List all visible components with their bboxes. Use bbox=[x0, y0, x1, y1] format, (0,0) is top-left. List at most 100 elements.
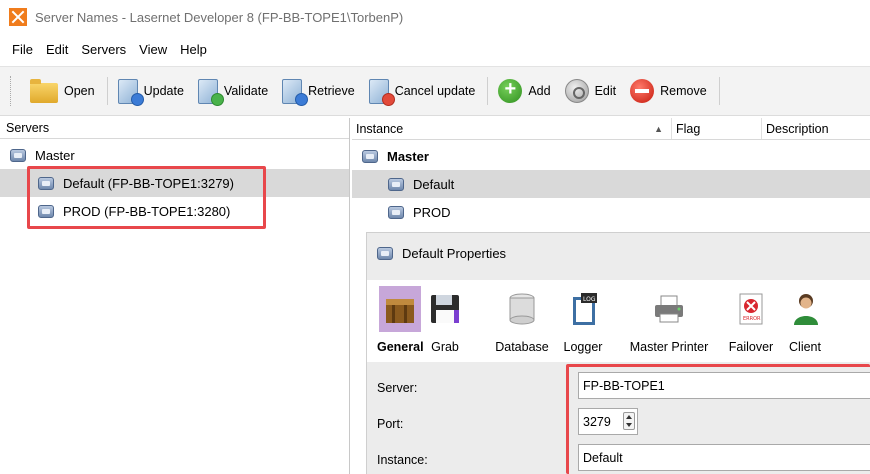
retrieve-button[interactable]: Retrieve bbox=[276, 73, 363, 109]
menu-help[interactable]: Help bbox=[180, 42, 207, 57]
servers-header-label: Servers bbox=[6, 121, 50, 135]
svg-text:ERROR: ERROR bbox=[743, 316, 761, 322]
instance-field-label: Instance: bbox=[377, 453, 428, 467]
server-icon bbox=[377, 246, 393, 260]
update-button-label: Update bbox=[143, 84, 184, 98]
remove-button-label: Remove bbox=[660, 84, 707, 98]
cancel-update-button-label: Cancel update bbox=[394, 84, 476, 98]
list-item-label: Master bbox=[387, 148, 429, 164]
remove-icon bbox=[630, 79, 655, 103]
tab-client[interactable]: Client bbox=[785, 286, 825, 354]
tree-item-label: Default (FP-BB-TOPE1:3279) bbox=[63, 175, 234, 191]
open-button-label: Open bbox=[64, 84, 95, 98]
gear-icon bbox=[564, 79, 589, 103]
list-item-label: PROD bbox=[413, 204, 451, 220]
user-icon bbox=[785, 286, 827, 332]
server-field[interactable]: FP-BB-TOPE1 bbox=[578, 372, 870, 399]
edit-button[interactable]: Edit bbox=[559, 73, 625, 109]
tab-failover[interactable]: ERROR Failover bbox=[727, 286, 775, 354]
column-header-flag[interactable]: Flag bbox=[672, 118, 762, 139]
floppy-disk-icon bbox=[424, 286, 466, 332]
open-button[interactable]: Open bbox=[24, 73, 103, 109]
instance-list-header: Instance ▲ Flag Description bbox=[352, 118, 870, 140]
add-button-label: Add bbox=[528, 84, 551, 98]
tab-label: Client bbox=[789, 340, 821, 354]
server-icon bbox=[38, 204, 54, 218]
menu-file[interactable]: File bbox=[12, 42, 33, 57]
cancel-update-button[interactable]: Cancel update bbox=[363, 73, 484, 109]
tab-label: Logger bbox=[563, 340, 603, 354]
port-field-label: Port: bbox=[377, 417, 404, 431]
list-item-prod[interactable]: PROD bbox=[352, 198, 870, 226]
log-icon: LOG bbox=[562, 286, 604, 332]
servers-tree-pane: Servers Master Default (FP-BB-TOPE1:3279… bbox=[0, 118, 350, 474]
column-header-label: Flag bbox=[676, 121, 701, 136]
tree-item-label: PROD (FP-BB-TOPE1:3280) bbox=[63, 203, 231, 219]
edit-button-label: Edit bbox=[594, 84, 617, 98]
toolbar-separator bbox=[718, 77, 720, 105]
column-header-label: Instance bbox=[356, 121, 404, 136]
column-header-description[interactable]: Description bbox=[762, 118, 870, 139]
servers-column-header[interactable]: Servers bbox=[0, 118, 349, 139]
update-button[interactable]: Update bbox=[112, 73, 192, 109]
spin-arrows-icon[interactable] bbox=[623, 412, 635, 430]
column-header-label: Description bbox=[766, 121, 829, 136]
instance-field[interactable]: Default bbox=[578, 444, 870, 471]
retrieve-icon bbox=[282, 78, 309, 106]
properties-title: Default Properties bbox=[402, 245, 507, 261]
menu-servers-label: Servers bbox=[81, 41, 127, 57]
add-icon bbox=[498, 78, 523, 103]
window-title: Server Names - Lasernet Developer 8 (FP-… bbox=[35, 9, 404, 25]
properties-tabs: General Grab Database LOG Logger Master … bbox=[367, 280, 870, 362]
tab-label: Grab bbox=[431, 340, 459, 354]
list-item-label: Default bbox=[413, 176, 455, 192]
tab-database[interactable]: Database bbox=[489, 286, 555, 354]
toolbar-separator bbox=[487, 77, 489, 105]
menu-help-label: Help bbox=[180, 41, 207, 57]
toolbar-separator bbox=[106, 77, 108, 105]
tab-label: Failover bbox=[728, 340, 774, 354]
server-field-value: FP-BB-TOPE1 bbox=[583, 378, 665, 393]
tab-logger[interactable]: LOG Logger bbox=[560, 286, 606, 354]
menu-view-label: View bbox=[139, 41, 168, 57]
server-icon bbox=[388, 177, 404, 191]
menu-bar: File Edit Servers View Help bbox=[0, 38, 220, 60]
cancel-update-icon bbox=[368, 78, 395, 106]
properties-panel: Default Properties General Grab Database… bbox=[366, 232, 870, 474]
tab-general[interactable]: General bbox=[377, 286, 424, 354]
toolbar: Open Update Validate Retrieve Cancel upd… bbox=[0, 66, 870, 116]
validate-icon bbox=[197, 78, 224, 106]
menu-servers[interactable]: Servers bbox=[81, 42, 126, 57]
column-header-instance[interactable]: Instance ▲ bbox=[352, 118, 672, 139]
menu-view[interactable]: View bbox=[139, 42, 167, 57]
port-stepper[interactable]: 3279 bbox=[578, 408, 638, 435]
properties-title-bar: Default Properties bbox=[377, 241, 506, 265]
tree-item-master[interactable]: Master bbox=[0, 141, 349, 169]
add-button[interactable]: Add bbox=[492, 73, 558, 109]
tab-grab[interactable]: Grab bbox=[419, 286, 471, 354]
tree-item-prod[interactable]: PROD (FP-BB-TOPE1:3280) bbox=[0, 197, 349, 225]
tree-item-default[interactable]: Default (FP-BB-TOPE1:3279) bbox=[0, 169, 349, 197]
retrieve-button-label: Retrieve bbox=[308, 84, 355, 98]
menu-edit[interactable]: Edit bbox=[46, 42, 68, 57]
menu-edit-label: Edit bbox=[45, 41, 69, 57]
instance-field-value: Default bbox=[583, 450, 623, 465]
validate-button-label: Validate bbox=[223, 84, 269, 98]
update-icon bbox=[117, 78, 144, 106]
lasernet-app-icon bbox=[9, 8, 27, 26]
menu-file-label: File bbox=[12, 41, 33, 57]
list-item-default[interactable]: Default bbox=[352, 170, 870, 198]
server-icon bbox=[388, 205, 404, 219]
toolbar-grip[interactable] bbox=[10, 76, 14, 106]
svg-text:LOG: LOG bbox=[583, 296, 596, 303]
sort-ascending-icon: ▲ bbox=[654, 123, 663, 134]
validate-button[interactable]: Validate bbox=[192, 73, 276, 109]
server-icon bbox=[362, 149, 378, 163]
database-icon bbox=[501, 286, 543, 332]
tab-master-printer[interactable]: Master Printer bbox=[622, 286, 716, 354]
title-bar: Server Names - Lasernet Developer 8 (FP-… bbox=[0, 0, 870, 34]
list-item-master[interactable]: Master bbox=[352, 142, 870, 170]
server-icon bbox=[38, 176, 54, 190]
tab-label: Master Printer bbox=[629, 340, 709, 354]
remove-button[interactable]: Remove bbox=[624, 73, 715, 109]
